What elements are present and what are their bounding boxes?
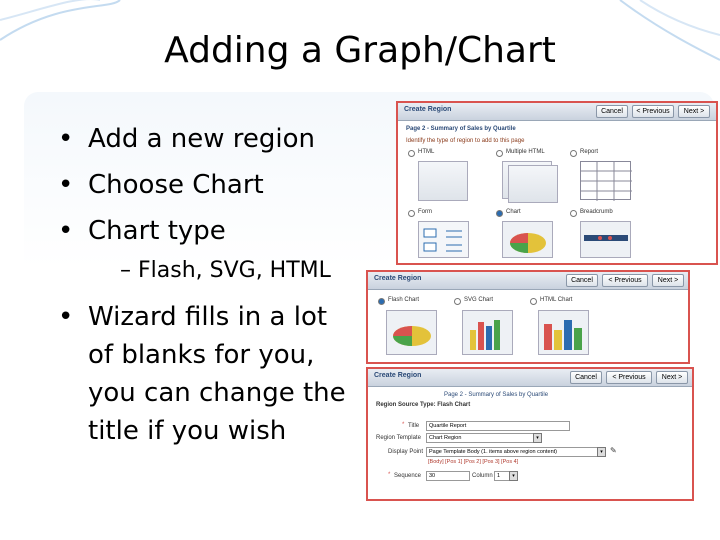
display-point-label: Display Point bbox=[388, 449, 424, 455]
column-label: Column bbox=[472, 473, 493, 479]
radio-label: Chart bbox=[506, 209, 521, 215]
previous-button[interactable]: < Previous bbox=[606, 371, 652, 384]
radio-multiple-html[interactable] bbox=[496, 150, 503, 157]
bullet-text: Choose Chart bbox=[88, 170, 264, 200]
radio-label: Form bbox=[418, 209, 432, 215]
screenshot-region-type: Create Region Cancel < Previous Next > P… bbox=[396, 101, 718, 265]
radio-flash-chart[interactable] bbox=[378, 298, 385, 305]
panel-header-title: Create Region bbox=[404, 106, 452, 113]
panel-header-title: Create Region bbox=[374, 372, 422, 379]
column-select[interactable]: 1 bbox=[494, 471, 510, 481]
sub-bullet-text: – Flash, SVG, HTML bbox=[120, 258, 331, 283]
next-button[interactable]: Next > bbox=[652, 274, 684, 287]
radio-report[interactable] bbox=[570, 150, 577, 157]
svg-chart-icon bbox=[462, 310, 513, 355]
multiple-html-thumbnail bbox=[508, 165, 558, 203]
panel-subtitle: Page 2 - Summary of Sales by Quartile bbox=[444, 392, 549, 398]
panel-prompt: Identify the type of region to add to th… bbox=[406, 138, 525, 144]
html-region-thumbnail bbox=[418, 161, 468, 201]
display-point-select[interactable]: Page Template Body (1. items above regio… bbox=[426, 447, 598, 457]
bullet-text-line: of blanks for you, bbox=[88, 340, 315, 370]
html-chart-icon bbox=[538, 310, 589, 355]
radio-label: Report bbox=[580, 149, 599, 155]
radio-label: Flash Chart bbox=[388, 297, 420, 303]
display-point-links[interactable]: [Body] [Pos 1] [Pos 2] [Pos 3] [Pos 4] bbox=[428, 459, 518, 465]
panel-header-title: Create Region bbox=[374, 275, 422, 282]
title-input[interactable]: Quartile Report bbox=[426, 421, 570, 431]
radio-svg-chart[interactable] bbox=[454, 298, 461, 305]
sequence-input[interactable]: 30 bbox=[426, 471, 470, 481]
screenshot-chart-type: Create Region Cancel < Previous Next > F… bbox=[366, 270, 690, 364]
required-marker: * bbox=[388, 472, 391, 478]
panel-header: Create Region Cancel < Previous Next > bbox=[368, 272, 688, 290]
flashlight-icon[interactable]: ✎ bbox=[610, 446, 617, 455]
bullet-text: Add a new region bbox=[88, 124, 316, 154]
previous-button[interactable]: < Previous bbox=[602, 274, 648, 287]
form-icon bbox=[418, 221, 469, 258]
previous-button[interactable]: < Previous bbox=[632, 105, 674, 118]
required-marker: * bbox=[402, 422, 405, 428]
panel-subtitle: Page 2 - Summary of Sales by Quartile bbox=[406, 126, 516, 132]
panel-header: Create Region Cancel < Previous Next > bbox=[398, 103, 716, 121]
flash-chart-icon bbox=[386, 310, 437, 355]
title-label: Title bbox=[408, 423, 420, 429]
next-button[interactable]: Next > bbox=[678, 105, 710, 118]
radio-html[interactable] bbox=[408, 150, 415, 157]
region-template-select[interactable]: Chart Region bbox=[426, 433, 534, 443]
report-grid-icon bbox=[580, 161, 632, 201]
radio-form[interactable] bbox=[408, 210, 415, 217]
radio-label: Breadcrumb bbox=[580, 209, 613, 215]
radio-breadcrumb[interactable] bbox=[570, 210, 577, 217]
bullet-text-line: you can change the bbox=[88, 378, 346, 408]
radio-label: HTML Chart bbox=[540, 297, 573, 303]
screenshot-region-attributes: Create Region Cancel < Previous Next > P… bbox=[366, 367, 694, 501]
cancel-button[interactable]: Cancel bbox=[596, 105, 628, 118]
region-source-type: Region Source Type: Flash Chart bbox=[376, 402, 471, 408]
sequence-label: Sequence bbox=[394, 473, 422, 479]
chevron-down-icon[interactable]: ▾ bbox=[533, 433, 542, 443]
cancel-button[interactable]: Cancel bbox=[566, 274, 598, 287]
pie-chart-icon bbox=[502, 221, 553, 258]
bullet-text-line: title if you wish bbox=[88, 416, 287, 446]
panel-header: Create Region Cancel < Previous Next > bbox=[368, 369, 692, 387]
radio-label: HTML bbox=[418, 149, 435, 155]
radio-chart[interactable] bbox=[496, 210, 503, 217]
cancel-button[interactable]: Cancel bbox=[570, 371, 602, 384]
slide-title: Adding a Graph/Chart bbox=[164, 30, 556, 71]
radio-label: Multiple HTML bbox=[506, 149, 545, 155]
chevron-down-icon[interactable]: ▾ bbox=[597, 447, 606, 457]
bullet-text-line: Wizard fills in a lot bbox=[88, 302, 328, 332]
radio-label: SVG Chart bbox=[464, 297, 494, 303]
chevron-down-icon[interactable]: ▾ bbox=[509, 471, 518, 481]
bullet-text: Chart type bbox=[88, 216, 226, 246]
next-button[interactable]: Next > bbox=[656, 371, 688, 384]
breadcrumb-icon bbox=[580, 221, 631, 258]
radio-html-chart[interactable] bbox=[530, 298, 537, 305]
template-label: Region Template bbox=[376, 435, 421, 441]
